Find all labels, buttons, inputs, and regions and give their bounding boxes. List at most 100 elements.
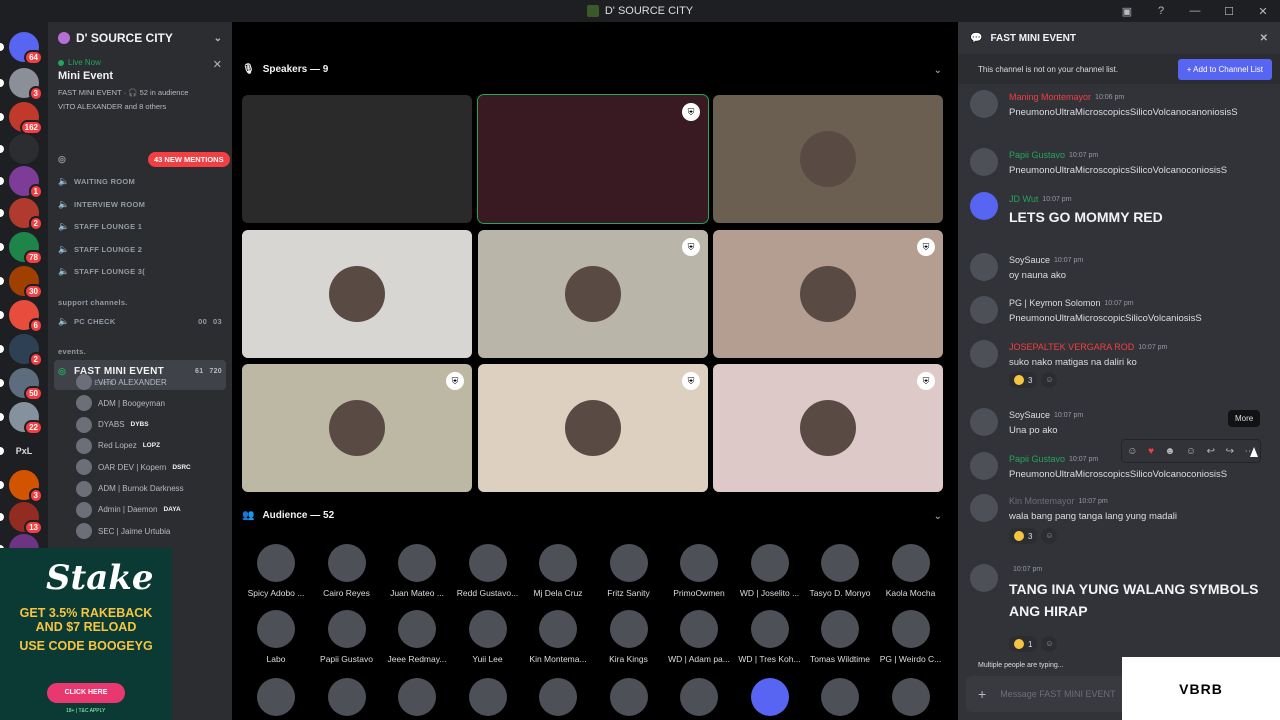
audience-member[interactable] xyxy=(591,678,667,716)
message-author[interactable]: Papii Gustavo xyxy=(1009,150,1065,160)
audience-member[interactable] xyxy=(238,678,314,716)
laugh-icon[interactable]: ☻ xyxy=(1165,446,1176,457)
minimize-button[interactable]: — xyxy=(1178,5,1212,17)
audience-member[interactable]: Spicy Adobo ... xyxy=(238,544,314,598)
audience-member[interactable]: PG | Weirdo C... xyxy=(873,610,949,664)
ad-cta-button[interactable]: CLICK HERE xyxy=(47,683,125,703)
server-icon[interactable]: 22 xyxy=(9,402,43,435)
channel-staff-lounge-1[interactable]: 🔈 STAFF LOUNGE 1 xyxy=(58,217,142,235)
audience-member[interactable] xyxy=(802,678,878,716)
server-icon[interactable]: 3 xyxy=(9,470,43,503)
server-icon[interactable]: 2 xyxy=(9,198,43,231)
channel-pc-check[interactable]: 🔈 PC CHECK 00 03 xyxy=(58,312,222,330)
audience-member[interactable]: Cairo Reyes xyxy=(309,544,385,598)
maximize-button[interactable]: ☐ xyxy=(1212,5,1246,18)
server-icon[interactable]: 6 xyxy=(9,300,43,333)
speaker-tile[interactable]: ⛨ xyxy=(477,94,709,224)
audience-member[interactable]: WD | Joselito ... xyxy=(732,544,808,598)
add-to-channel-list-button[interactable]: + Add to Channel List xyxy=(1177,58,1272,80)
category-support[interactable]: support channels. xyxy=(58,293,128,311)
reaction-pill[interactable]: 1 xyxy=(1009,636,1038,652)
server-icon[interactable]: 3 xyxy=(9,68,43,101)
add-reaction-icon[interactable]: ☺ xyxy=(1041,528,1058,544)
audience-member[interactable]: Kin Montema... xyxy=(520,610,596,664)
channel-staff-lounge-2[interactable]: 🔈 STAFF LOUNGE 2 xyxy=(58,240,142,258)
audience-member[interactable] xyxy=(732,678,808,716)
message-author[interactable]: Maning Montemayor xyxy=(1009,92,1091,102)
server-icon[interactable] xyxy=(9,134,39,164)
channel-item[interactable]: ◎ xyxy=(58,150,68,168)
audience-header[interactable]: 👥 Audience — 52 xyxy=(242,510,334,521)
audience-member[interactable]: Juan Mateo ... xyxy=(379,544,455,598)
reaction-pill[interactable]: 3 xyxy=(1009,372,1038,388)
audience-member[interactable]: Tasyo D. Monyo xyxy=(802,544,878,598)
audience-member[interactable] xyxy=(873,678,949,716)
audience-member[interactable]: Papii Gustavo xyxy=(309,610,385,664)
close-icon[interactable]: ✕ xyxy=(213,58,222,71)
speaker-tile[interactable]: ⛨ xyxy=(242,364,472,492)
forward-icon[interactable]: ↪ xyxy=(1226,446,1234,457)
channel-interview-room[interactable]: 🔈 INTERVIEW ROOM xyxy=(58,195,145,213)
close-icon[interactable]: ✕ xyxy=(1260,33,1268,44)
audience-member[interactable]: Fritz Sanity xyxy=(591,544,667,598)
message-author[interactable]: Papii Gustavo xyxy=(1009,454,1065,464)
audience-member[interactable]: Redd Gustavo... xyxy=(450,544,526,598)
reply-icon[interactable]: ↩ xyxy=(1207,446,1215,457)
audience-member[interactable] xyxy=(450,678,526,716)
audience-member[interactable] xyxy=(661,678,737,716)
message-input[interactable]: Message FAST MINI EVENT xyxy=(1000,689,1115,699)
speaker-tile[interactable] xyxy=(242,230,472,358)
speaker-tile[interactable]: ⛨ xyxy=(478,230,708,358)
message-author[interactable]: SoySauce xyxy=(1009,410,1050,420)
server-icon[interactable]: PxL xyxy=(9,436,39,466)
audience-member[interactable] xyxy=(309,678,385,716)
voice-member[interactable]: OAR DEV | Kopern DSRC xyxy=(76,457,191,477)
server-icon[interactable]: 78 xyxy=(9,232,43,265)
speaker-tile[interactable]: ⛨ xyxy=(713,364,943,492)
reaction-icon[interactable]: ☺ xyxy=(1127,446,1137,457)
audience-member[interactable]: Yuii Lee xyxy=(450,610,526,664)
message-author[interactable]: PG | Keymon Solomon xyxy=(1009,298,1100,308)
audience-member[interactable] xyxy=(379,678,455,716)
server-icon[interactable]: 30 xyxy=(9,266,43,299)
new-mentions-badge[interactable]: 43 NEW MENTIONS xyxy=(148,152,230,167)
voice-member[interactable]: Admin | Daemon DAYA xyxy=(76,500,181,520)
guild-header[interactable]: D' SOURCE CITY ⌄ xyxy=(48,22,232,54)
speaker-tile[interactable]: ⛨ xyxy=(713,230,943,358)
server-icon[interactable]: 2 xyxy=(9,334,43,367)
audience-member[interactable]: Jeee Redmay... xyxy=(379,610,455,664)
message-author[interactable]: SoySauce xyxy=(1009,255,1050,265)
reaction-pill[interactable]: 3 xyxy=(1009,528,1038,544)
category-events[interactable]: events. xyxy=(58,342,86,360)
live-event-card[interactable]: Live Now Mini Event FAST MINI EVENT · 🎧 … xyxy=(48,54,232,115)
server-icon[interactable]: 162 xyxy=(9,102,43,135)
add-reaction-icon[interactable]: ☺ xyxy=(1186,446,1196,457)
audience-member[interactable]: PrimoOwmen xyxy=(661,544,737,598)
audience-member[interactable]: Tomas Wildtime xyxy=(802,610,878,664)
speaker-tile[interactable] xyxy=(242,95,472,223)
sponsor-ad[interactable]: Stake GET 3.5% RAKEBACK AND $7 RELOAD US… xyxy=(0,548,172,720)
speakers-header[interactable]: 🎙 Speakers — 9 xyxy=(242,64,328,75)
audience-member[interactable]: Kaola Mocha xyxy=(873,544,949,598)
audience-member[interactable]: WD | Tres Koh... xyxy=(732,610,808,664)
audience-member[interactable]: Kira Kings xyxy=(591,610,667,664)
audience-member[interactable]: Mj Dela Cruz xyxy=(520,544,596,598)
add-reaction-icon[interactable]: ☺ xyxy=(1041,372,1058,388)
server-icon[interactable]: 50 xyxy=(9,368,43,401)
voice-member[interactable]: SEC | Jaime Urtubia xyxy=(76,521,170,541)
message-author[interactable]: JD Wut xyxy=(1009,194,1038,204)
help-icon[interactable]: ? xyxy=(1144,5,1178,17)
voice-member[interactable]: Red Lopez LOPZ xyxy=(76,436,160,456)
audience-member[interactable] xyxy=(520,678,596,716)
audience-member[interactable]: WD | Adam pa... xyxy=(661,610,737,664)
channel-staff-lounge-3[interactable]: 🔈 STAFF LOUNGE 3( xyxy=(58,262,145,280)
voice-member[interactable]: ADM | Burnok Darkness xyxy=(76,479,184,499)
server-icon[interactable]: 13 xyxy=(9,502,43,535)
inbox-icon[interactable]: ▣ xyxy=(1110,5,1144,18)
heart-icon[interactable]: ♥ xyxy=(1148,446,1154,457)
message-author[interactable]: Kin Montemayor xyxy=(1009,496,1075,506)
server-icon[interactable]: 64 xyxy=(9,32,43,65)
message-author[interactable]: JOSEPALTEK VERGARA ROD xyxy=(1009,342,1134,352)
voice-member[interactable]: VITO ALEXANDER xyxy=(76,372,167,392)
speaker-tile[interactable]: ⛨ xyxy=(478,364,708,492)
